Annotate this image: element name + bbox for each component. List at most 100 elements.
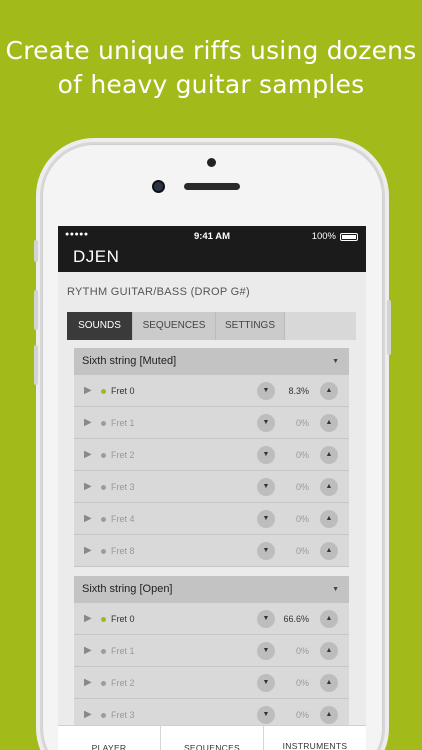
play-icon[interactable]: ▶ [84,645,92,656]
play-icon[interactable]: ▶ [84,513,92,524]
headline-line-1: Create unique riffs using dozens [5,36,417,65]
front-camera [152,180,165,193]
fret-label: Fret 1 [111,418,135,428]
group-header[interactable]: Sixth string [Open] ▼ [74,576,349,603]
earpiece-speaker [184,183,240,190]
probability-value: 0% [295,482,309,492]
sound-row: ▶ Fret 2 ▼ 0% ▲ [74,667,349,699]
play-icon[interactable]: ▶ [84,449,92,460]
volume-down-button [34,345,38,385]
increase-button[interactable]: ▲ [320,446,338,464]
tab-sequences[interactable]: SEQUENCES [133,312,216,340]
probability-value: 0% [295,678,309,688]
chevron-down-icon: ▼ [332,358,339,365]
sound-row: ▶ Fret 8 ▼ 0% ▲ [74,535,349,567]
sound-row: ▶ Fret 2 ▼ 0% ▲ [74,439,349,471]
group-header[interactable]: Sixth string [Muted] ▼ [74,348,349,375]
inactive-dot-icon [101,453,106,458]
increase-button[interactable]: ▲ [320,382,338,400]
inactive-dot-icon [101,549,106,554]
sound-row: ▶ Fret 3 ▼ 0% ▲ [74,471,349,503]
decrease-button[interactable]: ▼ [257,478,275,496]
nav-player[interactable]: PLAYER [58,726,161,750]
chevron-down-icon: ▼ [332,586,339,593]
inactive-dot-icon [101,421,106,426]
mute-switch [34,240,38,262]
sound-row: ▶ Fret 1 ▼ 0% ▲ [74,635,349,667]
bottom-nav: PLAYER SEQUENCES INSTRUMENTS [58,725,366,750]
inactive-dot-icon [101,681,106,686]
battery-icon [340,233,358,241]
decrease-button[interactable]: ▼ [257,414,275,432]
inactive-dot-icon [101,649,106,654]
probability-value: 0% [295,710,309,720]
decrease-button[interactable]: ▼ [257,642,275,660]
increase-button[interactable]: ▲ [320,478,338,496]
fret-label: Fret 2 [111,678,135,688]
status-bar: ●●●●● 9:41 AM 100% [58,226,366,246]
probability-value: 0% [295,546,309,556]
promo-headline: Create unique riffs using dozens of heav… [0,34,422,102]
decrease-button[interactable]: ▼ [257,610,275,628]
fret-label: Fret 8 [111,546,135,556]
battery-percent: 100% [311,231,336,242]
decrease-button[interactable]: ▼ [257,382,275,400]
sound-row: ▶ Fret 0 ▼ 66.6% ▲ [74,603,349,635]
decrease-button[interactable]: ▼ [257,674,275,692]
tab-sounds[interactable]: SOUNDS [67,312,133,340]
fret-label: Fret 2 [111,450,135,460]
probability-value: 66.6% [283,614,309,624]
inactive-dot-icon [101,485,106,490]
fret-label: Fret 4 [111,514,135,524]
probability-value: 0% [295,450,309,460]
nav-instruments[interactable]: INSTRUMENTS [264,726,366,750]
increase-button[interactable]: ▲ [320,542,338,560]
play-icon[interactable]: ▶ [84,545,92,556]
probability-value: 0% [295,646,309,656]
tab-bar: SOUNDS SEQUENCES SETTINGS [67,312,356,340]
active-dot-icon [101,389,106,394]
increase-button[interactable]: ▲ [320,414,338,432]
nav-sequences[interactable]: SEQUENCES [161,726,264,750]
play-icon[interactable]: ▶ [84,709,92,720]
fret-label: Fret 0 [111,614,135,624]
volume-up-button [34,290,38,330]
probability-value: 0% [295,514,309,524]
headline-line-2: of heavy guitar samples [57,70,365,99]
increase-button[interactable]: ▲ [320,674,338,692]
decrease-button[interactable]: ▼ [257,542,275,560]
app-title: DJEN [58,246,366,272]
sound-group-sixth-muted: Sixth string [Muted] ▼ ▶ Fret 0 ▼ 8.3% ▲… [74,348,349,567]
app-screen: ●●●●● 9:41 AM 100% DJEN RYTHM GUITAR/BAS… [58,226,366,750]
play-icon[interactable]: ▶ [84,385,92,396]
group-title: Sixth string [Muted] [82,355,177,367]
play-icon[interactable]: ▶ [84,481,92,492]
play-icon[interactable]: ▶ [84,677,92,688]
power-button [387,300,391,355]
increase-button[interactable]: ▲ [320,642,338,660]
instrument-subtitle: RYTHM GUITAR/BASS (DROP G#) [67,286,250,298]
decrease-button[interactable]: ▼ [257,706,275,724]
decrease-button[interactable]: ▼ [257,510,275,528]
increase-button[interactable]: ▲ [320,610,338,628]
probability-value: 8.3% [288,386,309,396]
increase-button[interactable]: ▲ [320,510,338,528]
sound-row: ▶ Fret 0 ▼ 8.3% ▲ [74,375,349,407]
sound-group-sixth-open: Sixth string [Open] ▼ ▶ Fret 0 ▼ 66.6% ▲… [74,576,349,731]
sound-row: ▶ Fret 1 ▼ 0% ▲ [74,407,349,439]
sound-row: ▶ Fret 4 ▼ 0% ▲ [74,503,349,535]
active-dot-icon [101,617,106,622]
inactive-dot-icon [101,713,106,718]
fret-label: Fret 3 [111,710,135,720]
increase-button[interactable]: ▲ [320,706,338,724]
fret-label: Fret 0 [111,386,135,396]
sensor-dot [207,158,216,167]
tab-settings[interactable]: SETTINGS [216,312,285,340]
inactive-dot-icon [101,517,106,522]
group-title: Sixth string [Open] [82,583,173,595]
fret-label: Fret 1 [111,646,135,656]
probability-value: 0% [295,418,309,428]
play-icon[interactable]: ▶ [84,613,92,624]
decrease-button[interactable]: ▼ [257,446,275,464]
play-icon[interactable]: ▶ [84,417,92,428]
